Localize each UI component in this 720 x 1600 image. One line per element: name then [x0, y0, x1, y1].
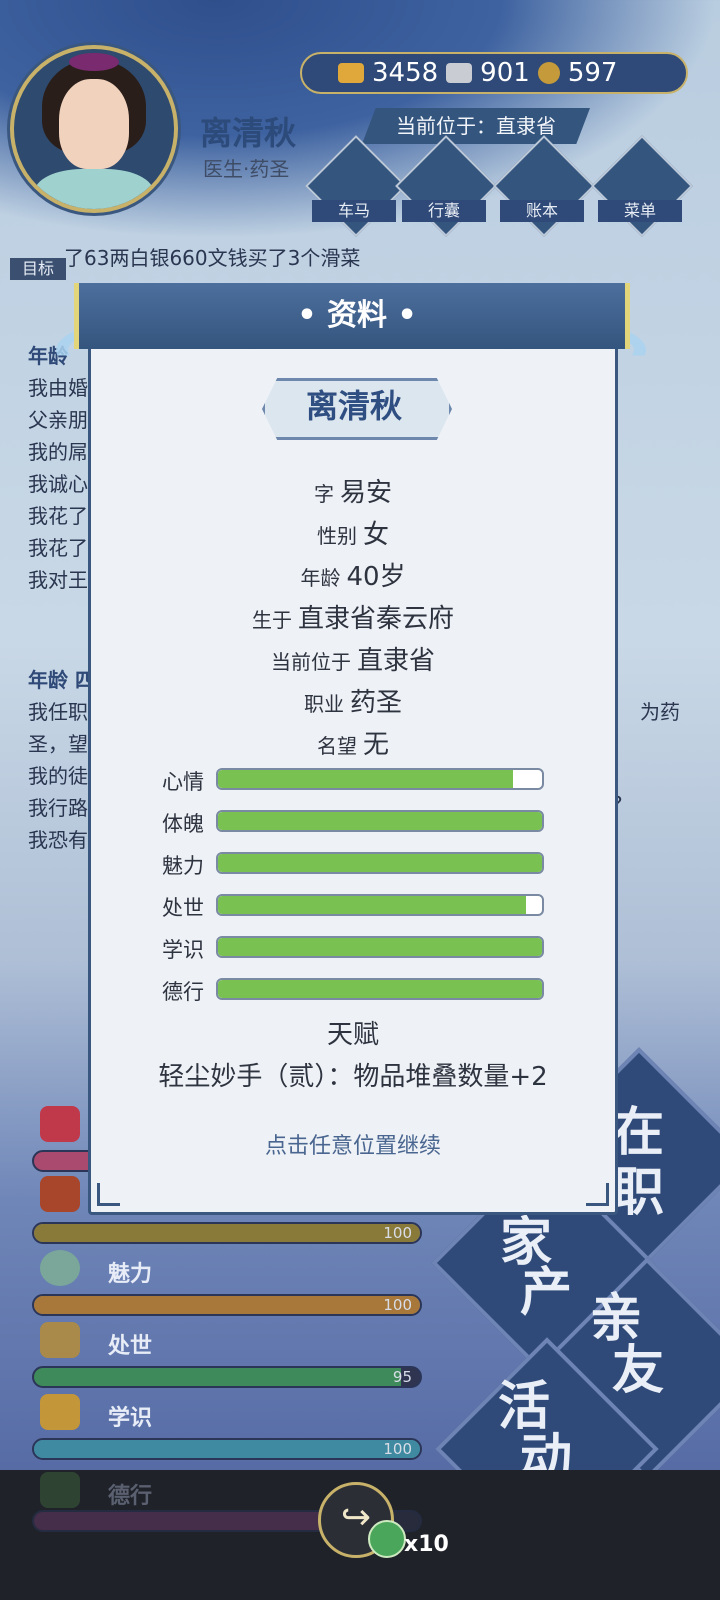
corner-ornament	[97, 1183, 120, 1206]
info-row-courtesy-name: 字易安	[88, 472, 618, 509]
info-value: 直隶省	[356, 646, 435, 676]
modal-header: • 资料 •	[74, 283, 630, 349]
attr-fill	[218, 980, 542, 998]
info-value: 40岁	[346, 562, 406, 592]
talent-description: 轻尘妙手（贰）：物品堆叠数量+2	[158, 1062, 548, 1092]
attr-fill	[218, 770, 513, 788]
info-key: 性别	[316, 524, 357, 548]
info-row-location: 当前位于 直隶省	[88, 640, 618, 677]
info-key: 职业	[303, 692, 344, 716]
info-row-profession: 职业 药圣	[88, 682, 618, 719]
attr-bar-physique	[216, 810, 544, 832]
attr-bar-knowledge	[216, 936, 544, 958]
attr-label-virtue: 德行	[162, 980, 204, 1004]
continue-hint[interactable]: 点击任意位置继续	[88, 1128, 618, 1160]
info-value: 药圣	[349, 688, 402, 718]
info-key: 字	[313, 482, 334, 506]
info-value: 易安	[339, 478, 392, 508]
attr-fill	[218, 938, 542, 956]
attr-label-knowledge: 学识	[162, 938, 204, 962]
info-key: 当前位于	[270, 650, 351, 674]
attr-label-mood: 心情	[162, 770, 204, 794]
info-value: 女	[362, 520, 389, 550]
info-key: 年龄	[300, 566, 341, 590]
profile-name: 离清秋	[305, 387, 402, 425]
attr-fill	[218, 896, 526, 914]
attr-fill	[218, 854, 542, 872]
corner-ornament	[586, 1183, 609, 1206]
attr-bar-mood	[216, 768, 544, 790]
attr-fill	[218, 812, 542, 830]
attr-label-charm: 魅力	[162, 854, 204, 878]
info-value: 直隶省秦云府	[297, 604, 454, 634]
attr-bar-worldly	[216, 894, 544, 916]
attr-bar-charm	[216, 852, 544, 874]
info-row-gender: 性别女	[88, 514, 618, 551]
modal-title: • 资料 •	[297, 298, 417, 333]
info-row-reputation: 名望无	[88, 724, 618, 761]
attr-label-worldly: 处世	[162, 896, 204, 920]
attr-label-physique: 体魄	[162, 812, 204, 836]
info-key: 名望	[316, 734, 357, 758]
talent-heading: 天赋	[326, 1020, 379, 1050]
info-row-age: 年龄 40岁	[88, 556, 618, 593]
info-key: 生于	[251, 608, 292, 632]
attr-bar-virtue	[216, 978, 544, 1000]
info-row-birthplace: 生于 直隶省秦云府	[88, 598, 618, 635]
info-value: 无	[362, 730, 389, 760]
